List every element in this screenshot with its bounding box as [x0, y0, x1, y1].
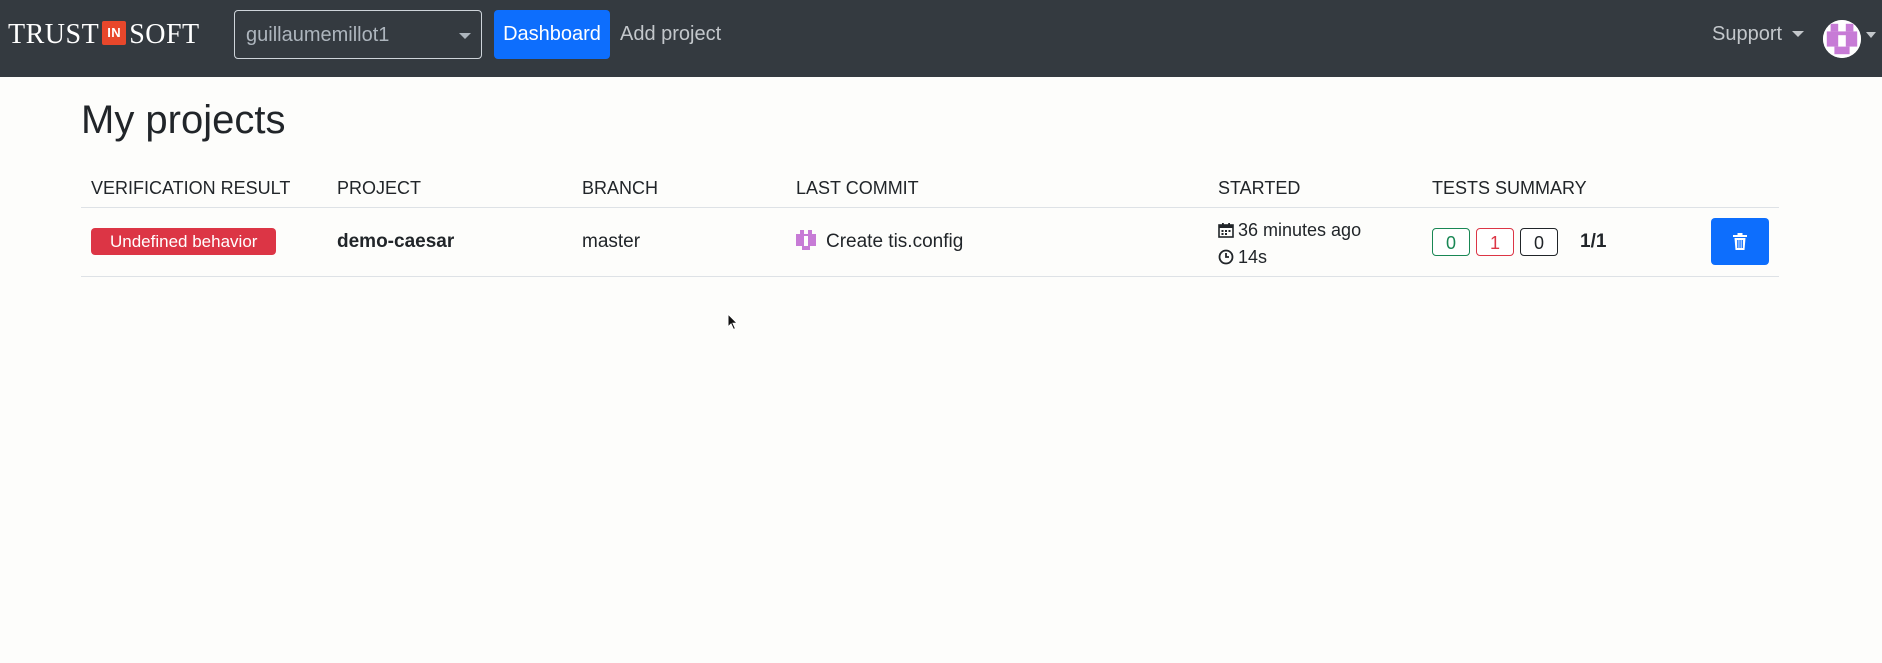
- tests-ratio: 1/1: [1580, 231, 1607, 252]
- started-time: 36 minutes ago: [1218, 217, 1361, 244]
- tests-failed-count: 1: [1476, 228, 1514, 256]
- project-name-link[interactable]: demo-caesar: [337, 231, 454, 253]
- clock-icon: [1218, 249, 1234, 265]
- user-avatar-icon[interactable]: [1823, 20, 1861, 58]
- tests-passed-count: 0: [1432, 228, 1470, 256]
- trash-icon: [1733, 233, 1747, 250]
- brand-logo[interactable]: TRUST IN SOFT: [8, 18, 200, 52]
- caret-down-icon: [1792, 31, 1805, 37]
- caret-down-icon[interactable]: [1866, 32, 1876, 38]
- calendar-icon: [1218, 223, 1234, 238]
- status-badge[interactable]: Undefined behavior: [91, 228, 277, 255]
- header-divider: [81, 207, 1779, 208]
- brand-text-in: IN: [102, 21, 127, 45]
- add-project-link[interactable]: Add project: [620, 23, 721, 46]
- tests-other-count: 0: [1520, 228, 1558, 256]
- branch-name: master: [582, 231, 641, 252]
- brand-text-soft: SOFT: [129, 19, 200, 50]
- duration: 14s: [1218, 244, 1361, 271]
- last-commit-message: Create tis.config: [826, 231, 964, 252]
- started-ago-text: 36 minutes ago: [1238, 220, 1362, 240]
- top-navbar: TRUST IN SOFT guillaumemillot1 Dashboard…: [0, 0, 1882, 77]
- column-header-tests-summary: TESTS SUMMARY: [1432, 178, 1587, 198]
- started-cell: 36 minutes ago 14s: [1218, 217, 1361, 271]
- delete-project-button[interactable]: [1711, 218, 1769, 265]
- support-label: Support: [1712, 23, 1783, 45]
- column-header-project: PROJECT: [337, 178, 422, 198]
- row-divider: [81, 276, 1779, 277]
- column-header-last-commit: LAST COMMIT: [796, 178, 919, 198]
- page-title: My projects: [81, 98, 286, 142]
- support-dropdown[interactable]: Support: [1712, 23, 1805, 46]
- commit-author-avatar-icon: [796, 230, 816, 250]
- column-header-started: STARTED: [1218, 178, 1301, 198]
- mouse-cursor-icon: [727, 312, 739, 336]
- column-header-verification-result: VERIFICATION RESULT: [91, 178, 291, 198]
- organization-select-value: guillaumemillot1: [246, 24, 390, 46]
- dashboard-button[interactable]: Dashboard: [494, 10, 610, 59]
- column-header-branch: BRANCH: [582, 178, 659, 198]
- organization-select[interactable]: guillaumemillot1: [234, 10, 482, 59]
- duration-text: 14s: [1238, 247, 1268, 267]
- caret-down-icon: [459, 33, 471, 39]
- brand-text-trust: TRUST: [8, 19, 100, 50]
